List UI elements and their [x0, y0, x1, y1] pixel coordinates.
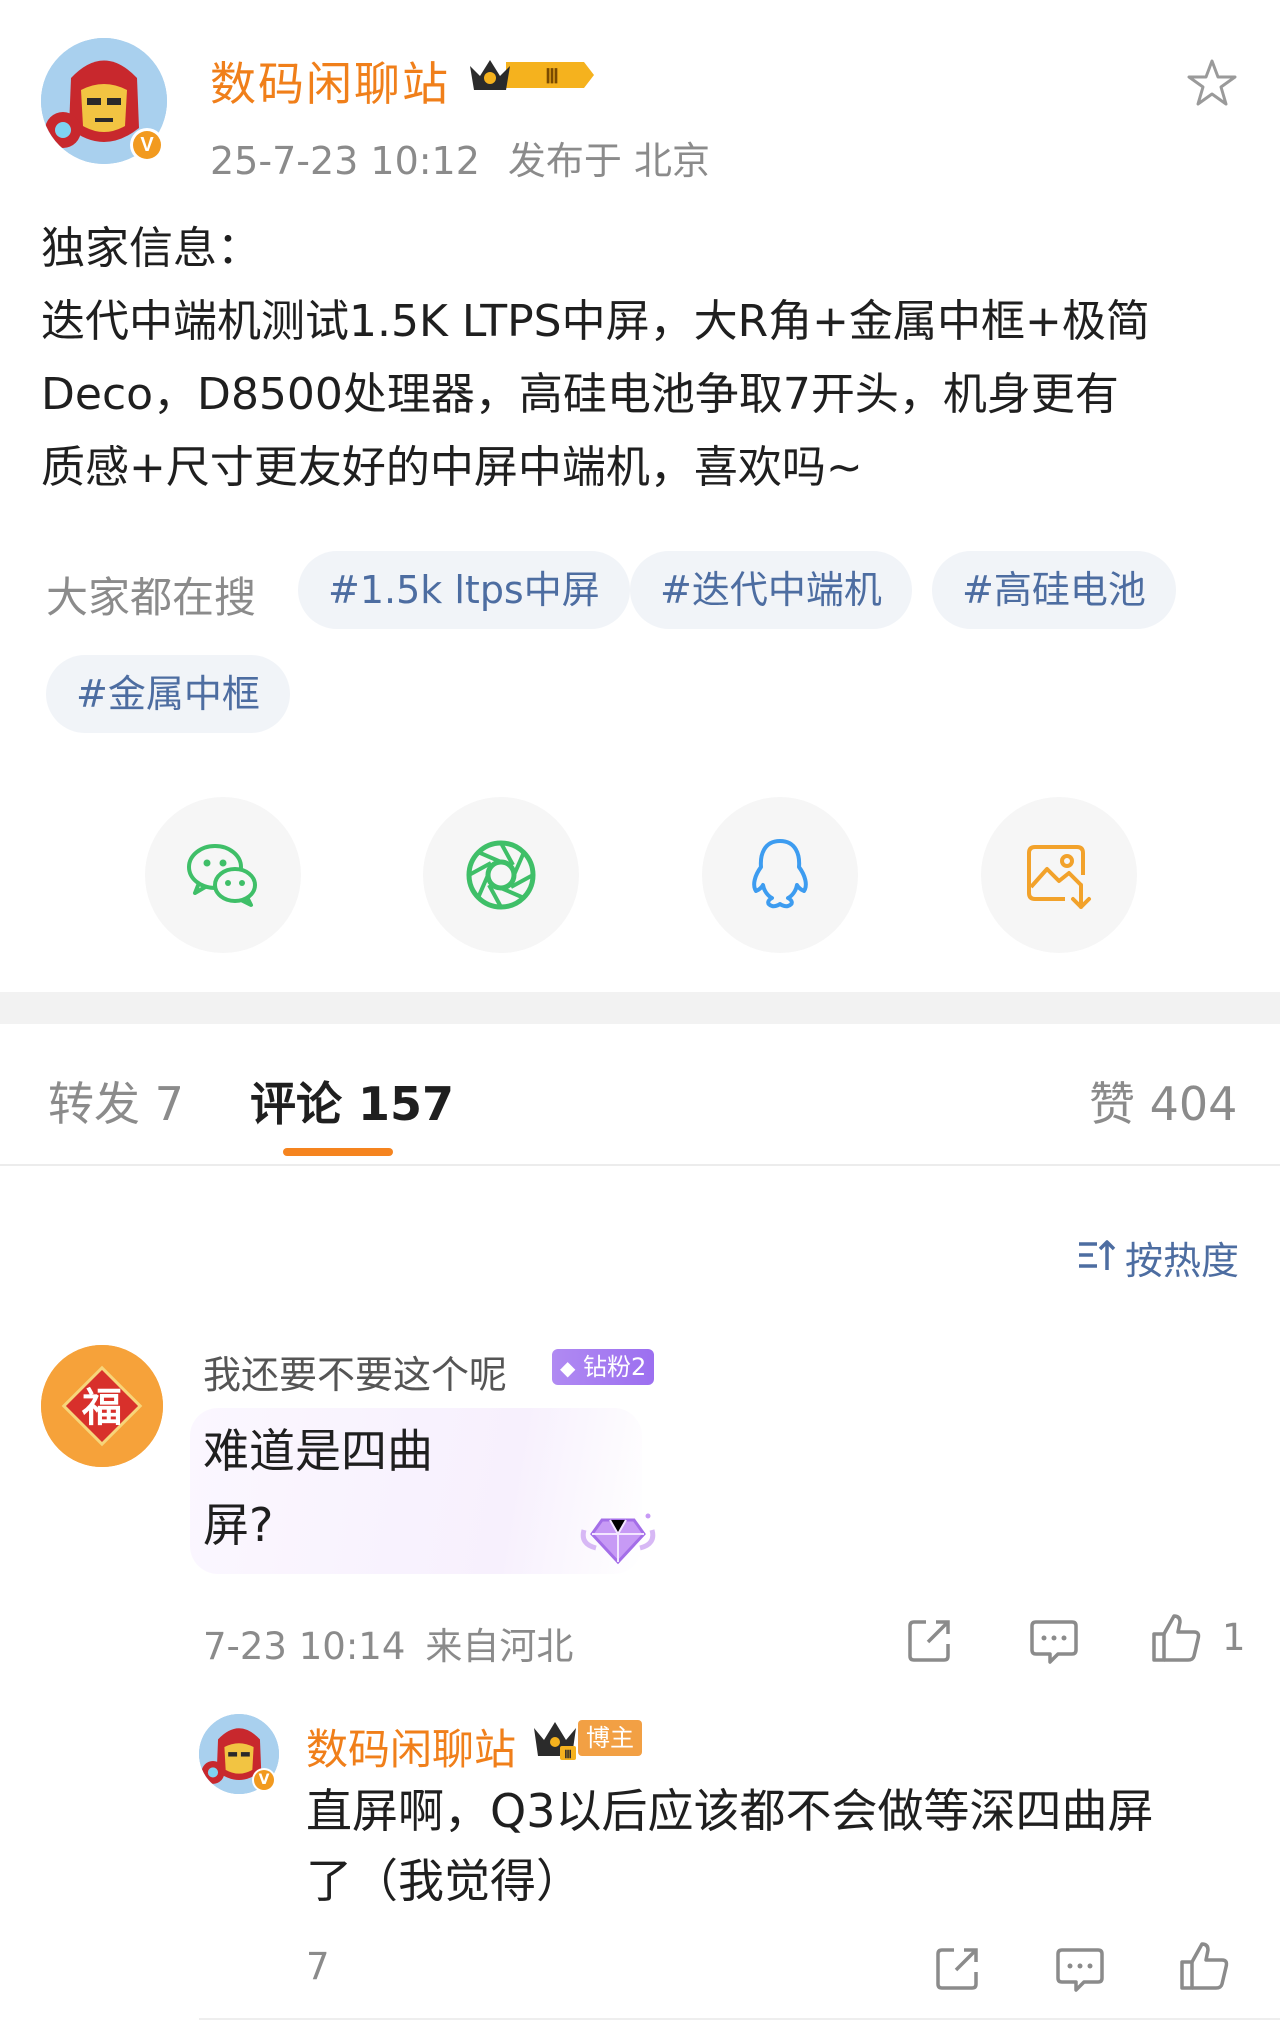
blogger-badge: 博主 — [578, 1720, 642, 1756]
crown-level-text: Ⅲ — [545, 66, 559, 88]
post-timestamp: 25-7-23 10:12 — [210, 139, 480, 183]
reply-text-line: 直屏啊，Q3以后应该都不会做等深四曲屏 — [306, 1784, 1154, 1838]
reply-crown-level: Ⅲ — [564, 1749, 572, 1761]
loading-fade-overlay — [336, 1945, 666, 1989]
comment-like-count: 1 — [1222, 1616, 1246, 1659]
comment-meta: 7-23 10:14 来自河北 — [203, 1616, 593, 1670]
post-meta: 25-7-23 10:12 发布于 北京 — [210, 130, 738, 185]
post-location: 发布于 北京 — [507, 139, 710, 183]
reply-share-icon[interactable] — [932, 1942, 984, 1994]
reply-verified-badge: V — [252, 1768, 276, 1792]
search-tag-chip[interactable]: #金属中框 — [46, 655, 290, 733]
sort-icon[interactable] — [1077, 1236, 1117, 1278]
search-tag-chip[interactable]: #高硅电池 — [932, 551, 1176, 629]
sort-by-hot-button[interactable]: 按热度 — [1125, 1230, 1239, 1285]
comment-time: 7-23 10:14 — [203, 1625, 406, 1668]
tab-likes[interactable]: 赞 404 — [1089, 1068, 1237, 1134]
like-thumbs-up-icon[interactable] — [1150, 1612, 1202, 1664]
comment-text: 难道是四曲 屏? — [203, 1414, 603, 1562]
diamond-icon: ◆ — [560, 1356, 576, 1380]
reply-meta-faded: 7 — [306, 1945, 666, 1989]
moments-icon — [466, 840, 536, 910]
post-line: Deco，D8500处理器，高硅电池争取7开头，机身更有 — [41, 369, 1119, 420]
save-image-icon — [1027, 845, 1091, 909]
reply-comment-icon[interactable] — [1028, 1614, 1080, 1666]
comment-text-line: 难道是四曲 — [203, 1424, 433, 1478]
verified-badge: V — [130, 128, 164, 162]
tabs-divider — [0, 1164, 1280, 1166]
commenter-avatar[interactable]: 福 — [41, 1345, 163, 1467]
share-moments-button[interactable] — [423, 797, 579, 953]
share-qq-button[interactable] — [702, 797, 858, 953]
save-image-button[interactable] — [981, 797, 1137, 953]
tab-reposts[interactable]: 转发 7 — [48, 1068, 184, 1134]
fu-character: 福 — [81, 1385, 122, 1431]
fan-level-badge: ◆ 钻粉2 — [552, 1349, 655, 1385]
search-tag-chip[interactable]: #迭代中端机 — [630, 551, 912, 629]
active-tab-indicator — [283, 1148, 393, 1156]
post-line: 独家信息： — [41, 223, 261, 274]
favorite-star-icon[interactable] — [1184, 56, 1240, 112]
reply-text: 直屏啊，Q3以后应该都不会做等深四曲屏 了（我觉得） — [306, 1776, 1246, 1916]
reply-text-line: 了（我觉得） — [306, 1854, 582, 1908]
reply-reply-icon[interactable] — [1054, 1942, 1106, 1994]
reply-like-icon[interactable] — [1178, 1940, 1230, 1992]
reply-crown-icon: Ⅲ — [530, 1718, 580, 1766]
post-content: 独家信息： 迭代中端机测试1.5K LTPS中屏，大R角+金属中框+极简 Dec… — [41, 212, 1251, 504]
comment-location: 来自河北 — [425, 1625, 574, 1668]
qq-icon — [752, 839, 808, 909]
bottom-divider — [199, 2018, 1280, 2020]
reply-author-name[interactable]: 数码闲聊站 — [306, 1716, 516, 1777]
diamond-gem-icon — [578, 1506, 658, 1574]
author-name[interactable]: 数码闲聊站 — [210, 48, 450, 114]
fan-level-text: 钻粉2 — [583, 1353, 647, 1381]
reply-time-partial: 7 — [306, 1945, 330, 1988]
level-crown-badge: Ⅲ — [466, 52, 596, 98]
share-comment-icon[interactable] — [904, 1614, 956, 1666]
post-line: 质感+尺寸更友好的中屏中端机，喜欢吗~ — [41, 442, 863, 493]
share-wechat-button[interactable] — [145, 797, 301, 953]
comment-text-line: 屏? — [203, 1498, 274, 1552]
wechat-icon — [187, 844, 257, 907]
trending-search-label: 大家都在搜 — [46, 573, 257, 622]
commenter-name[interactable]: 我还要不要这个呢 — [203, 1344, 507, 1399]
post-line: 迭代中端机测试1.5K LTPS中屏，大R角+金属中框+极简 — [41, 296, 1150, 347]
search-tag-chip[interactable]: #1.5k ltps中屏 — [298, 551, 630, 629]
tab-comments[interactable]: 评论 157 — [250, 1068, 454, 1134]
section-divider — [0, 992, 1280, 1024]
